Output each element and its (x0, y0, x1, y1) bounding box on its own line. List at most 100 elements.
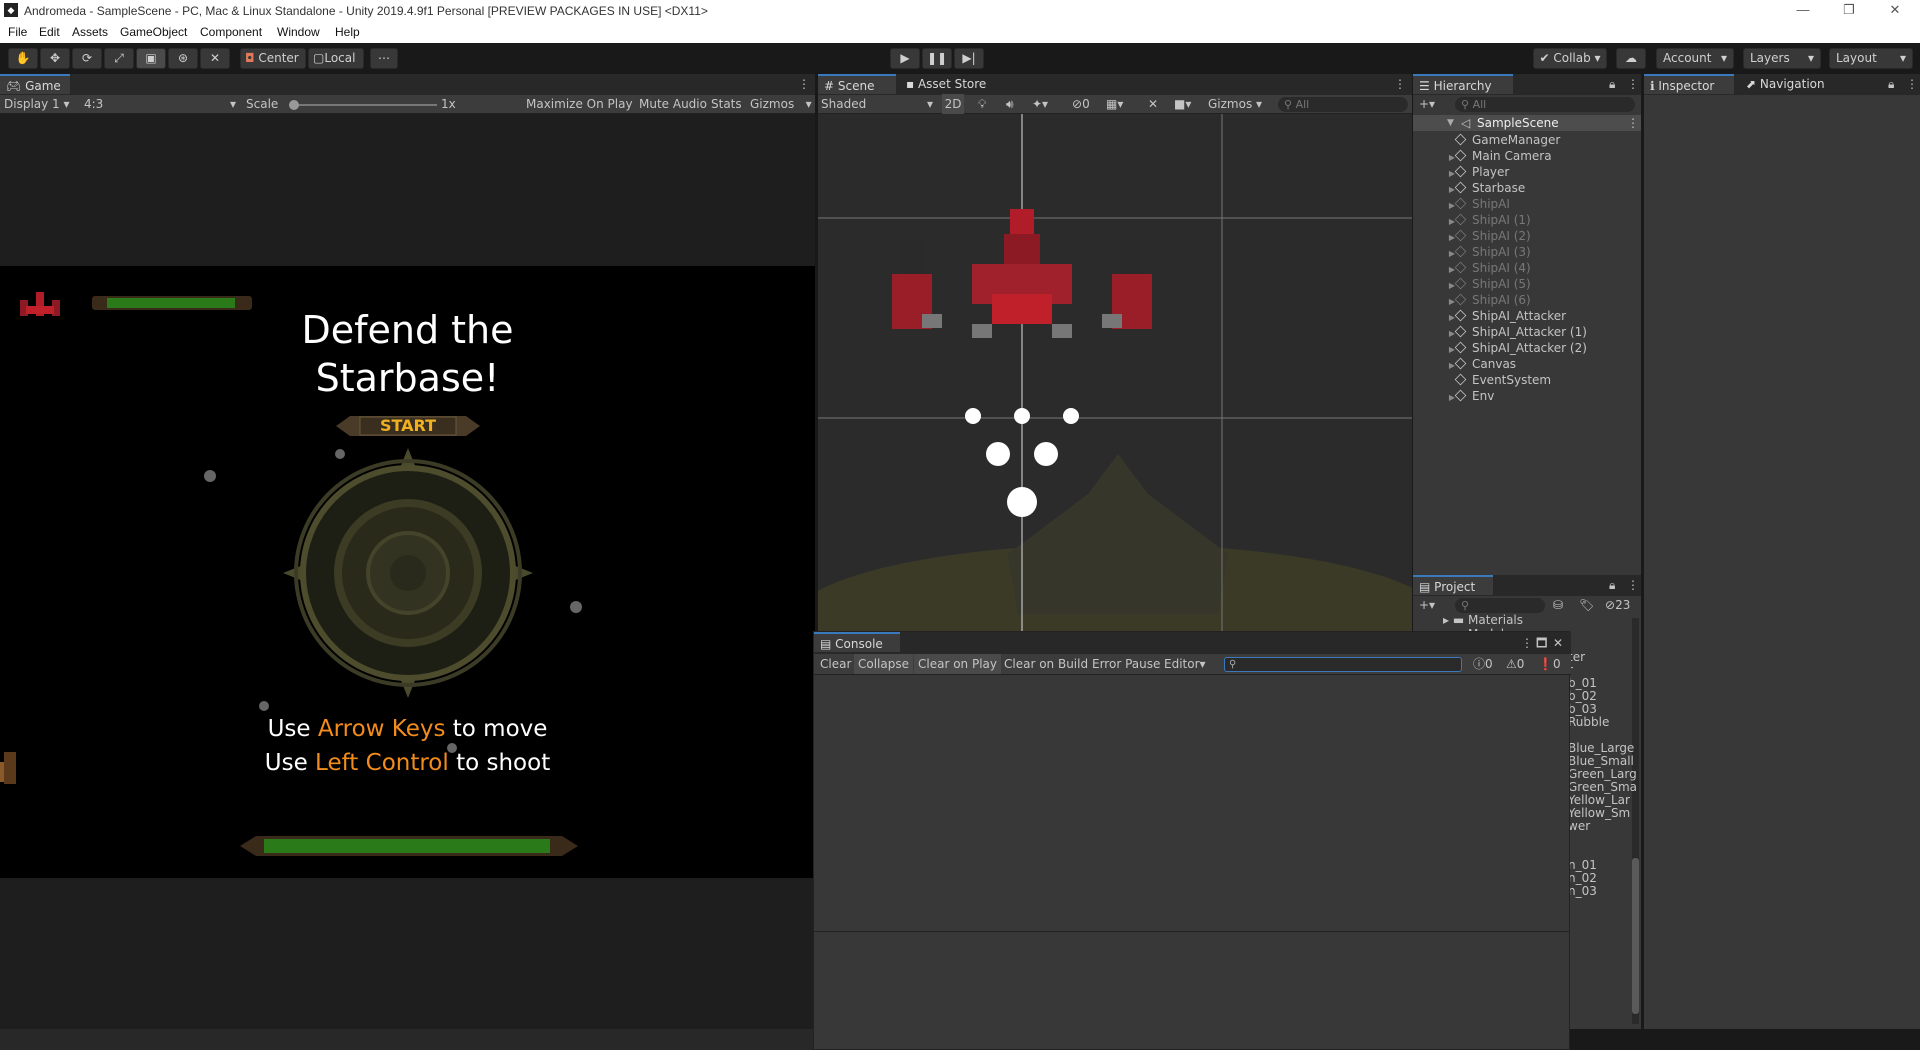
tab-navigation[interactable]: ⬈ Navigation (1740, 74, 1850, 94)
console-log-filter[interactable]: ⓘ0 (1469, 654, 1497, 674)
scale-tool-icon[interactable]: ⤢ (104, 48, 134, 69)
folder-materials[interactable]: ▸ ▬ Materials (1443, 612, 1523, 628)
tools-icon[interactable]: ✕ (1148, 94, 1158, 114)
step-button[interactable]: ▶| (954, 48, 984, 69)
hierarchy-item[interactable]: ▶ ShipAI (1) (1413, 212, 1531, 228)
hierarchy-item[interactable]: ▶ Canvas (1413, 356, 1516, 372)
rect-tool-icon[interactable]: ▣ (136, 48, 166, 69)
menu-file[interactable]: File (8, 25, 27, 39)
filter-label-icon[interactable]: 🏷︎ (1579, 595, 1594, 615)
menu-edit[interactable]: Edit (39, 25, 60, 39)
console-error-filter[interactable]: ❗0 (1534, 654, 1565, 674)
tab-asset-store[interactable]: ▪ Asset Store (900, 74, 1000, 94)
chevron-right-icon[interactable]: ▶ (1443, 390, 1455, 406)
lock-icon[interactable]: 🔒︎ (1609, 575, 1615, 595)
stats-toggle[interactable]: Stats (711, 94, 742, 114)
grid-snap-icon[interactable]: ⋯ (370, 48, 398, 69)
lock-icon[interactable]: 🔒︎ (1609, 74, 1615, 94)
scale-slider-thumb[interactable] (289, 100, 299, 110)
hierarchy-item[interactable]: ▶ ShipAI_Attacker (2) (1413, 340, 1587, 356)
menu-assets[interactable]: Assets (72, 25, 108, 39)
project-asset-item[interactable]: wer (1568, 820, 1590, 833)
kebab-menu-icon[interactable]: ⋮ (1627, 115, 1639, 131)
hierarchy-item[interactable]: ▶ ShipAI (3) (1413, 244, 1531, 260)
hierarchy-item[interactable]: ▶ ShipAI (2) (1413, 228, 1531, 244)
console-collapse-toggle[interactable]: Collapse (854, 654, 913, 674)
project-scrollbar-thumb[interactable] (1632, 858, 1639, 1014)
hierarchy-item[interactable]: ▶ ShipAI_Attacker (1) (1413, 324, 1587, 340)
console-warning-filter[interactable]: ⚠0 (1502, 654, 1528, 674)
hierarchy-item[interactable]: GameManager (1413, 132, 1560, 148)
menu-component[interactable]: Component (200, 25, 262, 39)
collab-button[interactable]: ✔ Collab ▾ (1533, 48, 1607, 69)
camera-icon[interactable]: ■▾ (1174, 94, 1191, 114)
lock-icon[interactable]: 🔒︎ (1888, 74, 1894, 94)
minimize-button[interactable]: — (1780, 0, 1826, 22)
move-tool-icon[interactable]: ✥ (40, 48, 70, 69)
console-clear-button[interactable]: Clear (816, 654, 855, 674)
console-clear-on-play-toggle[interactable]: Clear on Play (914, 654, 1001, 674)
display-dropdown[interactable]: Display 1 ▾ (4, 94, 70, 114)
tab-console[interactable]: ▤ Console (814, 632, 900, 652)
close-window-button[interactable]: ✕ (1872, 0, 1918, 22)
project-asset-item[interactable]: Rubble (1568, 716, 1609, 729)
hierarchy-item[interactable]: ▶ ShipAI (1413, 196, 1510, 212)
add-object-button[interactable]: +▾ (1419, 94, 1435, 114)
grid-toggle-icon[interactable]: ▦▾ (1106, 94, 1123, 114)
tab-game[interactable]: 🎮︎ Game (0, 74, 70, 94)
layout-dropdown[interactable]: Layout ▾ (1829, 48, 1913, 69)
hierarchy-item[interactable]: ▶ ShipAI (6) (1413, 292, 1531, 308)
account-dropdown[interactable]: Account ▾ (1656, 48, 1734, 69)
hierarchy-item[interactable]: EventSystem (1413, 372, 1551, 388)
restore-button[interactable]: ❐ (1826, 0, 1872, 22)
hierarchy-item[interactable]: ▶ Player (1413, 164, 1510, 180)
menu-help[interactable]: Help (335, 25, 360, 39)
kebab-menu-icon[interactable]: ⋮ (1627, 575, 1639, 595)
game-screen[interactable]: Defend the Starbase! START Use Arrow Key… (0, 266, 815, 878)
kebab-menu-icon[interactable]: ⋮ (1627, 74, 1639, 94)
transform-tool-icon[interactable]: ⊛ (168, 48, 198, 69)
hand-tool-icon[interactable]: ✋ (8, 48, 38, 69)
scene-root-row[interactable]: ▼ ◁ SampleScene ⋮ (1413, 115, 1641, 131)
hidden-packages-toggle[interactable]: ⊘23 (1605, 595, 1630, 615)
hidden-objects-toggle[interactable]: ⊘0 (1072, 94, 1090, 114)
scale-slider[interactable] (289, 100, 437, 110)
console-search-input[interactable]: ⚲ (1224, 657, 1462, 672)
scene-viewport[interactable] (818, 114, 1412, 632)
cloud-icon[interactable]: ☁ (1616, 48, 1646, 69)
play-button[interactable]: ▶ (890, 48, 920, 69)
shading-dropdown[interactable]: Shaded ▾ (821, 94, 933, 114)
console-clear-on-build-toggle[interactable]: Clear on Build (1000, 654, 1092, 674)
scene-gizmos-dropdown[interactable]: Gizmos ▾ (1208, 94, 1262, 114)
project-search-input[interactable]: ⚲ (1455, 598, 1545, 613)
kebab-menu-icon[interactable]: ⋮ (1521, 633, 1533, 653)
layers-dropdown[interactable]: Layers ▾ (1743, 48, 1821, 69)
hierarchy-search-input[interactable]: ⚲ All (1455, 97, 1635, 112)
maximize-on-play-toggle[interactable]: Maximize On Play (526, 94, 633, 114)
hierarchy-item[interactable]: ▶ ShipAI_Attacker (1413, 308, 1566, 324)
close-icon[interactable]: ✕ (1553, 633, 1563, 653)
gizmos-dropdown[interactable]: Gizmos ▾ (750, 94, 812, 114)
create-asset-button[interactable]: +▾ (1419, 595, 1435, 615)
scene-search-input[interactable]: ⚲ All (1278, 97, 1408, 112)
custom-tool-icon[interactable]: ✕ (200, 48, 230, 69)
mute-audio-toggle[interactable]: Mute Audio (639, 94, 707, 114)
console-editor-dropdown[interactable]: Editor▾ (1160, 654, 1210, 674)
tab-project[interactable]: ▤ Project (1413, 575, 1493, 595)
pause-button[interactable]: ❚❚ (922, 48, 952, 69)
hierarchy-item[interactable]: ▶ Starbase (1413, 180, 1525, 196)
pivot-center-button[interactable]: ◘ Center (240, 48, 306, 69)
hierarchy-item[interactable]: ▶ ShipAI (4) (1413, 260, 1531, 276)
hierarchy-item[interactable]: ▶ Env (1413, 388, 1494, 404)
filter-type-icon[interactable]: ⛁ (1553, 595, 1563, 615)
audio-icon[interactable]: 🔊︎ (1006, 94, 1014, 114)
project-asset-item[interactable]: n_03 (1568, 885, 1597, 898)
2d-toggle[interactable]: 2D (942, 94, 964, 114)
rotate-tool-icon[interactable]: ⟳ (72, 48, 102, 69)
hierarchy-item[interactable]: ▶ Main Camera (1413, 148, 1552, 164)
tab-scene[interactable]: # Scene (818, 74, 896, 94)
project-scrollbar[interactable] (1632, 618, 1639, 1024)
kebab-menu-icon[interactable]: ⋮ (1394, 74, 1406, 94)
hierarchy-item[interactable]: ▶ ShipAI (5) (1413, 276, 1531, 292)
kebab-menu-icon[interactable]: ⋮ (1906, 74, 1918, 94)
